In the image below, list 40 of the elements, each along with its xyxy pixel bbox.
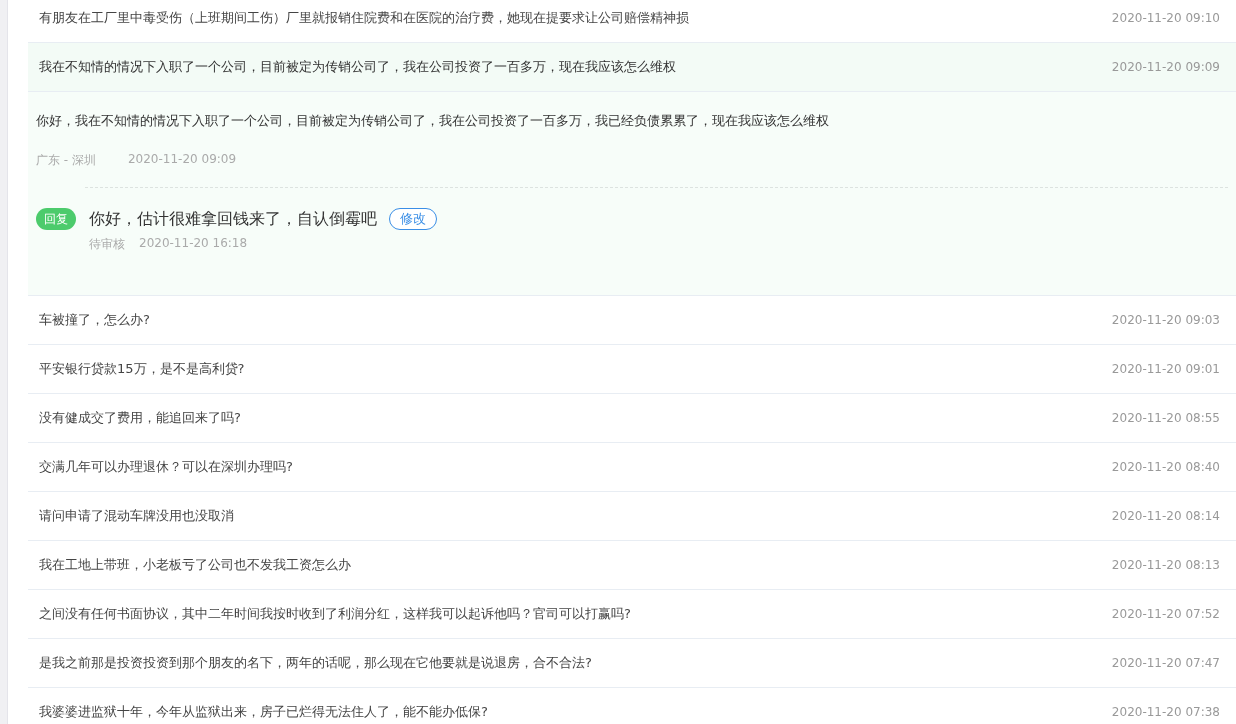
question-location: 广东 - 深圳 [36,152,96,169]
question-title: 我在不知情的情况下入职了一个公司，目前被定为传销公司了，我在公司投资了一百多万，现在我应该怎么维权 [39,58,676,76]
reply-text: 你好，估计很难拿回钱来了，自认倒霉吧 [89,208,377,230]
question-row[interactable]: 我在不知情的情况下入职了一个公司，目前被定为传销公司了，我在公司投资了一百多万，现在我应该怎么维权 2020-11-20 09:09 [28,43,1236,92]
question-title: 没有健成交了费用，能追回来了吗? [39,409,241,427]
question-title: 交满几年可以办理退休？可以在深圳办理吗? [39,458,293,476]
question-row[interactable]: 是我之前那是投资投资到那个朋友的名下，两年的话呢，那么现在它他要就是说退房，合不合法? 2020-11-20 07:47 [28,639,1236,688]
reply-time: 2020-11-20 16:18 [139,236,248,252]
question-title: 有朋友在工厂里中毒受伤（上班期间工伤）厂里就报销住院费和在医院的治疗费，她现在提要求让公司赔偿精神损 [39,9,689,27]
question-time: 2020-11-20 08:40 [1111,460,1220,474]
question-row[interactable]: 之间没有任何书面协议，其中二年时间我按时收到了利润分红，这样我可以起诉他吗？官司可以打赢吗? 2020-11-20 07:52 [28,590,1236,639]
reply-status: 待审核 [89,236,125,253]
question-time: 2020-11-20 07:38 [1111,705,1220,719]
question-title: 我婆婆进监狱十年，今年从监狱出来，房子已烂得无法住人了，能不能办低保? [39,703,488,721]
question-time: 2020-11-20 08:13 [1111,558,1220,572]
question-time: 2020-11-20 07:52 [1111,607,1220,621]
question-title: 请问申请了混动车牌没用也没取消 [39,507,234,525]
question-body: 你好，我在不知情的情况下入职了一个公司，目前被定为传销公司了，我在公司投资了一百多万，我已经负债累累了，现在我应该怎么维权 [36,112,830,130]
question-row[interactable]: 请问申请了混动车牌没用也没取消 2020-11-20 08:14 [28,492,1236,541]
question-row[interactable]: 平安银行贷款15万，是不是高利贷? 2020-11-20 09:01 [28,345,1236,394]
question-title: 之间没有任何书面协议，其中二年时间我按时收到了利润分红，这样我可以起诉他吗？官司可以打赢吗? [39,605,631,623]
question-time: 2020-11-20 09:10 [1111,11,1220,25]
question-time: 2020-11-20 09:09 [1111,60,1220,74]
question-time: 2020-11-20 08:55 [1111,411,1220,425]
question-title: 是我之前那是投资投资到那个朋友的名下，两年的话呢，那么现在它他要就是说退房，合不合法? [39,654,592,672]
question-row[interactable]: 我在工地上带班，小老板亏了公司也不发我工资怎么办 2020-11-20 08:13 [28,541,1236,590]
question-row[interactable]: 交满几年可以办理退休？可以在深圳办理吗? 2020-11-20 08:40 [28,443,1236,492]
question-title: 我在工地上带班，小老板亏了公司也不发我工资怎么办 [39,556,351,574]
reply-badge: 回复 [36,208,76,230]
question-row[interactable]: 我婆婆进监狱十年，今年从监狱出来，房子已烂得无法住人了，能不能办低保? 2020-11-20 07:38 [28,688,1236,724]
question-row[interactable]: 没有健成交了费用，能追回来了吗? 2020-11-20 08:55 [28,394,1236,443]
question-title: 平安银行贷款15万，是不是高利贷? [39,360,245,378]
question-time: 2020-11-20 07:47 [1111,656,1220,670]
question-time: 2020-11-20 08:14 [1111,509,1220,523]
question-time: 2020-11-20 09:03 [1111,313,1220,327]
question-time: 2020-11-20 09:01 [1111,362,1220,376]
question-title: 车被撞了，怎么办? [39,311,150,329]
edit-button[interactable]: 修改 [389,208,437,230]
question-time: 2020-11-20 09:09 [127,152,237,168]
question-row[interactable]: 车被撞了，怎么办? 2020-11-20 09:03 [28,296,1236,345]
